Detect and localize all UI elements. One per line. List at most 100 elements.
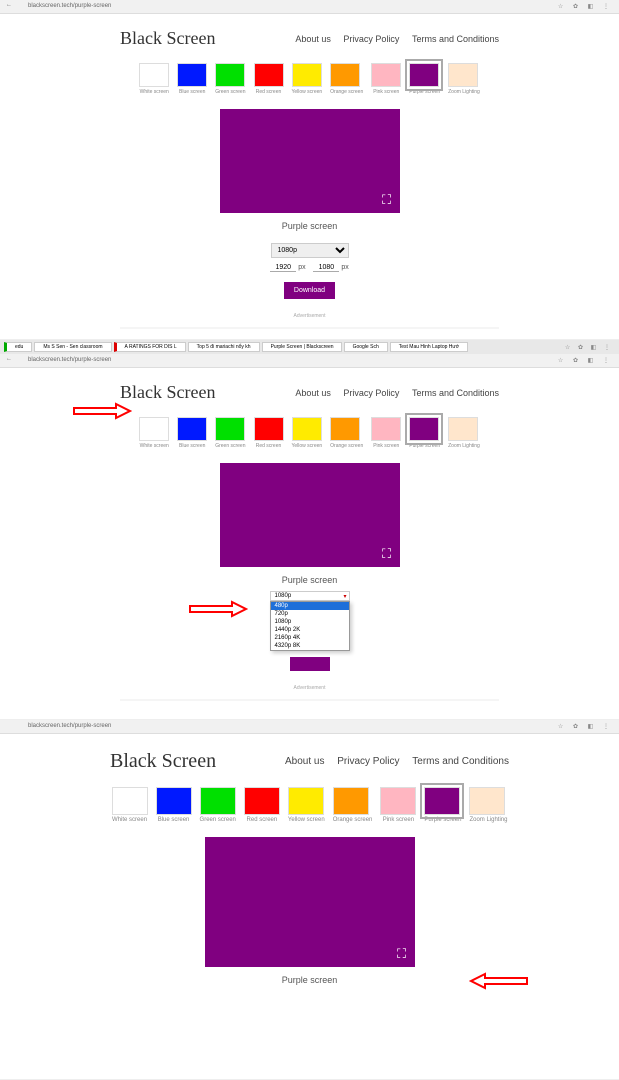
address-bar[interactable]: blackscreen.tech/purple-screen	[28, 3, 111, 9]
browser-action-icons[interactable]: ☆ ✿ ◧ ⋮	[558, 357, 613, 364]
nav-privacy[interactable]: Privacy Policy	[343, 34, 399, 44]
height-input[interactable]	[313, 264, 339, 272]
swatch-color-green[interactable]	[215, 63, 245, 87]
resolution-select[interactable]: 1080p	[271, 243, 349, 258]
swatch-color-purple[interactable]	[409, 417, 439, 441]
nav-terms[interactable]: Terms and Conditions	[412, 34, 499, 44]
swatch-blue[interactable]: Blue screen	[177, 417, 207, 449]
download-button[interactable]: Download	[284, 282, 335, 299]
swatch-color-pink[interactable]	[371, 63, 401, 87]
swatch-white[interactable]: White screen	[112, 787, 148, 823]
swatch-color-purple[interactable]	[424, 787, 460, 815]
swatch-color-pink[interactable]	[371, 417, 401, 441]
site-logo[interactable]: Black Screen	[110, 750, 216, 773]
swatch-green[interactable]: Green screen	[215, 63, 245, 95]
swatch-orange[interactable]: Orange screen	[330, 63, 363, 95]
swatch-purple[interactable]: Purple screen	[424, 787, 461, 823]
swatch-white[interactable]: White screen	[139, 417, 169, 449]
fullscreen-icon[interactable]: ⛶	[380, 193, 394, 207]
download-button-behind[interactable]	[290, 657, 330, 671]
nav-back-icon[interactable]: ←	[6, 2, 12, 8]
resolution-option[interactable]: 2160p 4K	[271, 634, 349, 642]
swatch-color-red[interactable]	[254, 417, 284, 441]
swatch-yellow[interactable]: Yellow screen	[292, 417, 323, 449]
swatch-orange[interactable]: Orange screen	[330, 417, 363, 449]
resolution-options-list[interactable]: 480p720p1080p1440p 2K2160p 4K4320p 8K	[270, 601, 350, 651]
swatch-color-green[interactable]	[215, 417, 245, 441]
swatch-color-blue[interactable]	[177, 63, 207, 87]
swatch-color-white[interactable]	[139, 417, 169, 441]
swatch-green[interactable]: Green screen	[215, 417, 245, 449]
browser-tab[interactable]: A RATINGS FOR DIS L	[114, 342, 186, 352]
swatch-color-red[interactable]	[254, 63, 284, 87]
divider	[120, 699, 499, 701]
swatch-color-red[interactable]	[244, 787, 280, 815]
nav-back-icon[interactable]: ←	[6, 356, 12, 362]
swatch-zoom[interactable]: Zoom Lighting	[448, 417, 480, 449]
swatch-pink[interactable]: Pink screen	[371, 417, 401, 449]
resolution-option[interactable]: 4320p 8K	[271, 642, 349, 650]
browser-tab[interactable]: Google Sch	[344, 342, 388, 352]
resolution-option[interactable]: 1440p 2K	[271, 626, 349, 634]
swatch-color-blue[interactable]	[156, 787, 192, 815]
nav-terms[interactable]: Terms and Conditions	[412, 756, 509, 767]
browser-tab[interactable]: Purple Screen | Blackscreen	[262, 342, 342, 352]
swatch-red[interactable]: Red screen	[244, 787, 280, 823]
nav-terms[interactable]: Terms and Conditions	[412, 388, 499, 398]
swatch-pink[interactable]: Pink screen	[371, 63, 401, 95]
nav-privacy[interactable]: Privacy Policy	[337, 756, 399, 767]
swatch-color-zoom[interactable]	[448, 63, 478, 87]
swatch-purple[interactable]: Purple screen	[409, 63, 440, 95]
browser-tab[interactable]: Ms S Sen - Sen classroom	[34, 342, 111, 352]
swatch-color-green[interactable]	[200, 787, 236, 815]
swatch-color-white[interactable]	[112, 787, 148, 815]
fullscreen-icon[interactable]: ⛶	[395, 947, 409, 961]
swatch-color-blue[interactable]	[177, 417, 207, 441]
swatch-blue[interactable]: Blue screen	[177, 63, 207, 95]
resolution-option[interactable]: 720p	[271, 610, 349, 618]
resolution-option[interactable]: 480p	[271, 602, 349, 610]
swatch-yellow[interactable]: Yellow screen	[288, 787, 325, 823]
swatch-color-white[interactable]	[139, 63, 169, 87]
swatch-red[interactable]: Red screen	[254, 417, 284, 449]
site-logo[interactable]: Black Screen	[120, 28, 215, 49]
browser-action-icons[interactable]: ☆ ✿ ◧ ⋮	[558, 3, 613, 10]
browser-action-icons[interactable]: ☆ ✿ ◧ ⋮	[565, 344, 613, 351]
swatch-blue[interactable]: Blue screen	[156, 787, 192, 823]
swatch-purple[interactable]: Purple screen	[409, 417, 440, 449]
resolution-option[interactable]: 1080p	[271, 618, 349, 626]
swatch-red[interactable]: Red screen	[254, 63, 284, 95]
browser-tab[interactable]: edu	[4, 342, 32, 352]
browser-tab[interactable]: Test Mau Hinh Laptop Hướ	[390, 342, 468, 352]
resolution-select-open[interactable]: 1080p 480p720p1080p1440p 2K2160p 4K4320p…	[270, 591, 350, 601]
swatch-zoom[interactable]: Zoom Lighting	[469, 787, 507, 823]
address-bar[interactable]: blackscreen.tech/purple-screen	[28, 723, 111, 729]
swatch-color-yellow[interactable]	[292, 417, 322, 441]
nav-about[interactable]: About us	[295, 388, 331, 398]
swatch-color-pink[interactable]	[380, 787, 416, 815]
nav-about[interactable]: About us	[285, 756, 324, 767]
resolution-selected[interactable]: 1080p	[270, 591, 350, 601]
swatch-orange[interactable]: Orange screen	[333, 787, 373, 823]
swatch-green[interactable]: Green screen	[200, 787, 236, 823]
nav-privacy[interactable]: Privacy Policy	[343, 388, 399, 398]
fullscreen-icon[interactable]: ⛶	[380, 547, 394, 561]
nav-about[interactable]: About us	[295, 34, 331, 44]
swatch-zoom[interactable]: Zoom Lighting	[448, 63, 480, 95]
swatch-color-orange[interactable]	[333, 787, 369, 815]
swatch-color-purple[interactable]	[409, 63, 439, 87]
address-bar[interactable]: blackscreen.tech/purple-screen	[28, 357, 111, 363]
swatch-color-orange[interactable]	[330, 417, 360, 441]
swatch-color-zoom[interactable]	[469, 787, 505, 815]
browser-tab[interactable]: Top 5 đi mariachi nổy kh	[188, 342, 260, 352]
swatch-color-yellow[interactable]	[288, 787, 324, 815]
swatch-pink[interactable]: Pink screen	[380, 787, 416, 823]
swatch-yellow[interactable]: Yellow screen	[292, 63, 323, 95]
swatch-color-yellow[interactable]	[292, 63, 322, 87]
swatch-color-zoom[interactable]	[448, 417, 478, 441]
width-input[interactable]	[270, 264, 296, 272]
swatch-color-orange[interactable]	[330, 63, 360, 87]
browser-action-icons[interactable]: ☆ ✿ ◧ ⋮	[558, 723, 613, 730]
swatch-white[interactable]: White screen	[139, 63, 169, 95]
site-logo[interactable]: Black Screen	[120, 382, 215, 403]
